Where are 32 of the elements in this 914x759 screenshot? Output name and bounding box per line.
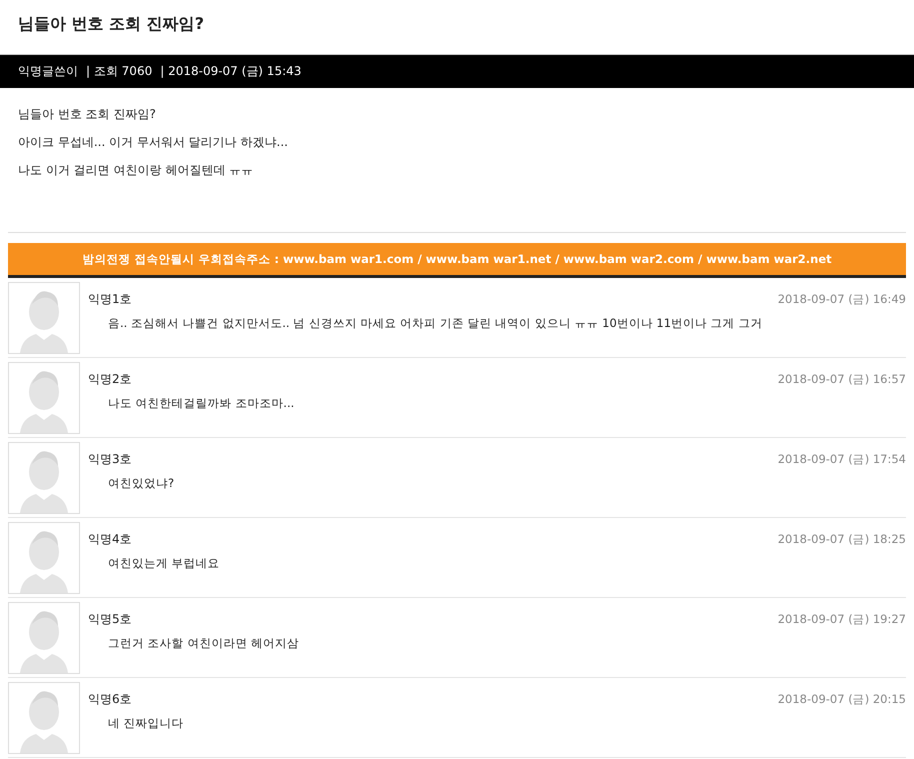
comment-text: 여친있는게 부럽네요 bbox=[108, 555, 221, 572]
commenter-name: 익명3호 bbox=[88, 451, 132, 468]
comment-text: 여친있었냐? bbox=[108, 475, 176, 492]
avatar-icon bbox=[8, 442, 80, 514]
comment-text: 나도 여친한테걸릴까봐 조마조마... bbox=[108, 395, 296, 412]
comment-text: 네 진짜입니다 bbox=[108, 715, 185, 732]
comment-text: 그런거 조사할 여친이라면 헤어지삼 bbox=[108, 635, 300, 652]
avatar-icon bbox=[8, 682, 80, 754]
avatar-icon bbox=[8, 522, 80, 594]
post-title: 님들아 번호 조회 진짜임? bbox=[17, 13, 205, 35]
comment-time: 2018-09-07 (금) 16:49 bbox=[778, 292, 906, 307]
avatar-icon bbox=[8, 362, 80, 434]
comment-time: 2018-09-07 (금) 16:57 bbox=[778, 372, 906, 387]
avatar-icon bbox=[8, 282, 80, 354]
view-count: | 조회 7060 bbox=[86, 63, 152, 80]
commenter-name: 익명6호 bbox=[88, 691, 132, 708]
avatar-icon bbox=[8, 602, 80, 674]
commenter-name: 익명1호 bbox=[88, 291, 132, 308]
banner-text: 밤의전쟁 접속안될시 우회접속주소 : www.bam war1.com / www.bam war1.net / www.bam war2.com / www.bam war2.net bbox=[82, 252, 832, 266]
post-text: 아이크 무섭네... 이거 무서워서 달리기나 하겠냐... bbox=[18, 134, 289, 150]
post-text: 나도 이거 걸리면 여친이랑 헤어질텐데 ㅠㅠ bbox=[18, 162, 254, 178]
comment-time: 2018-09-07 (금) 17:54 bbox=[778, 452, 906, 467]
post-text: 님들아 번호 조회 진짜임? bbox=[18, 106, 157, 122]
commenter-name: 익명2호 bbox=[88, 371, 132, 388]
comment-time: 2018-09-07 (금) 20:15 bbox=[778, 692, 906, 707]
comment-text: 음.. 조심해서 나쁠건 없지만서도.. 넘 신경쓰지 마세요 어차피 기존 달린 내역이 있으니 ㅠㅠ 10번이나 11번이나 그게 그거 bbox=[108, 315, 764, 332]
commenter-name: 익명5호 bbox=[88, 611, 132, 628]
comment-time: 2018-09-07 (금) 18:25 bbox=[778, 532, 906, 547]
author-name: 익명글쓴이 bbox=[18, 63, 78, 80]
commenter-name: 익명4호 bbox=[88, 531, 132, 548]
post-date: | 2018-09-07 (금) 15:43 bbox=[160, 63, 302, 80]
comment-time: 2018-09-07 (금) 19:27 bbox=[778, 612, 906, 627]
